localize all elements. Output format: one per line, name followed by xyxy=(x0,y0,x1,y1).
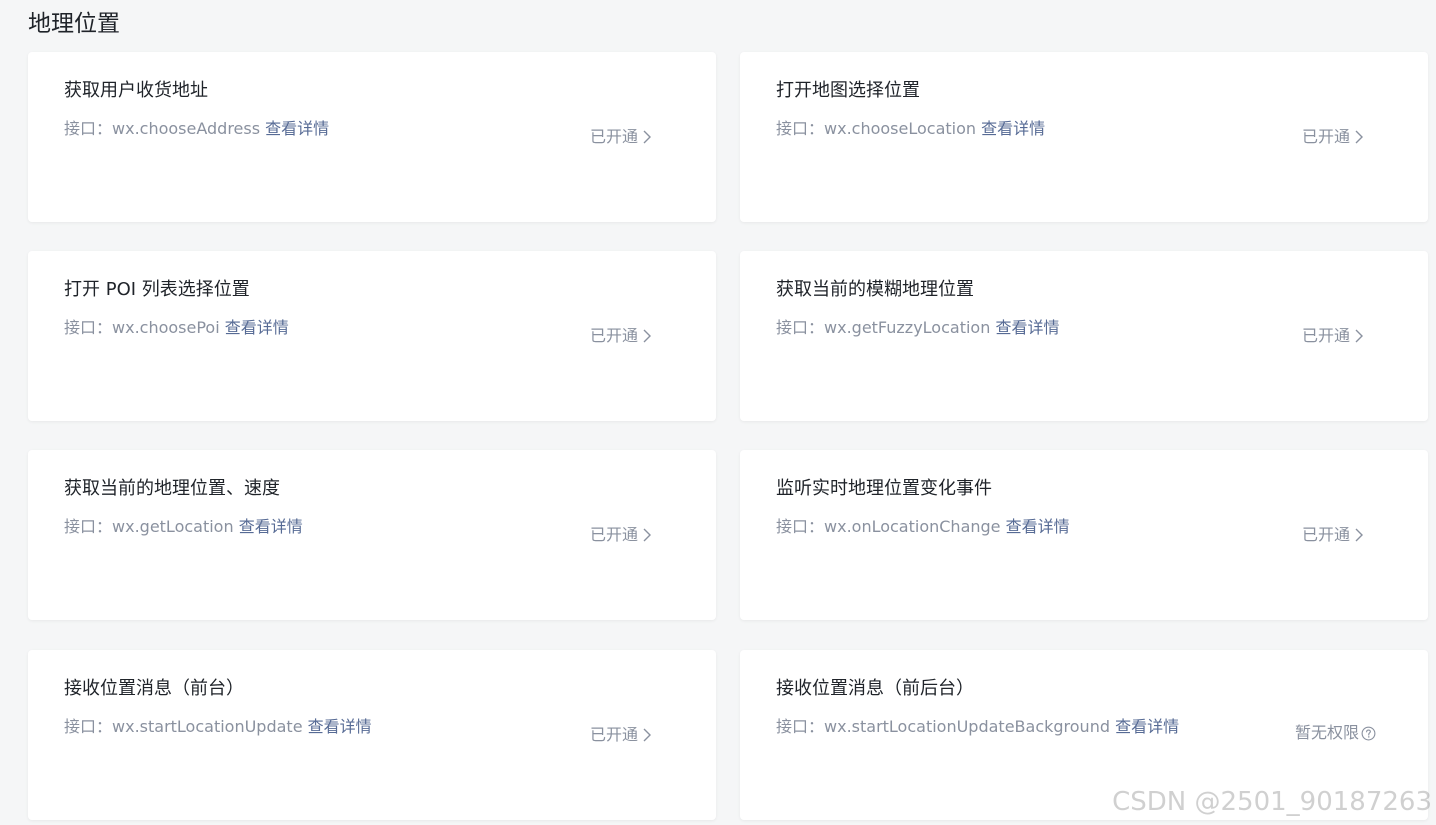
api-prefix: 接口： xyxy=(776,119,825,138)
status-enabled[interactable]: 已开通 xyxy=(1302,126,1364,148)
api-name: wx.onLocationChange xyxy=(824,517,1001,536)
watermark: CSDN @2501_90187263 xyxy=(1112,787,1432,817)
status-label: 已开通 xyxy=(1301,127,1350,146)
card-api: 接口：wx.startLocationUpdateBackground 查看详情 xyxy=(776,715,1179,739)
chevron-right-icon xyxy=(643,329,651,343)
page: 地理位置 获取用户收货地址 接口：wx.chooseAddress 查看详情 已… xyxy=(0,0,1436,825)
view-details-link[interactable]: 查看详情 xyxy=(981,119,1045,138)
chevron-right-icon xyxy=(643,728,651,742)
card-api: 接口：wx.onLocationChange 查看详情 xyxy=(776,515,1070,539)
card-on-location-change[interactable]: 监听实时地理位置变化事件 接口：wx.onLocationChange 查看详情… xyxy=(740,450,1428,620)
api-name: wx.startLocationUpdate xyxy=(112,717,303,736)
card-title: 监听实时地理位置变化事件 xyxy=(776,478,992,499)
question-circle-icon[interactable] xyxy=(1361,726,1376,741)
status-enabled[interactable]: 已开通 xyxy=(1302,524,1364,546)
view-details-link[interactable]: 查看详情 xyxy=(308,717,372,736)
section-title: 地理位置 xyxy=(28,11,120,37)
card-choose-poi[interactable]: 打开 POI 列表选择位置 接口：wx.choosePoi 查看详情 已开通 xyxy=(28,251,716,421)
api-prefix: 接口： xyxy=(64,717,113,736)
card-api: 接口：wx.startLocationUpdate 查看详情 xyxy=(64,715,372,739)
view-details-link[interactable]: 查看详情 xyxy=(1006,517,1070,536)
card-start-location-update[interactable]: 接收位置消息（前台） 接口：wx.startLocationUpdate 查看详… xyxy=(28,650,716,820)
card-title: 打开 POI 列表选择位置 xyxy=(64,279,250,300)
card-choose-location[interactable]: 打开地图选择位置 接口：wx.chooseLocation 查看详情 已开通 xyxy=(740,52,1428,222)
status-label: 暂无权限 xyxy=(1294,723,1359,742)
view-details-link[interactable]: 查看详情 xyxy=(1115,717,1179,736)
card-choose-address[interactable]: 获取用户收货地址 接口：wx.chooseAddress 查看详情 已开通 xyxy=(28,52,716,222)
status-label: 已开通 xyxy=(1301,525,1350,544)
card-api: 接口：wx.chooseLocation 查看详情 xyxy=(776,117,1045,141)
status-no-permission[interactable]: 暂无权限 xyxy=(1295,722,1376,744)
status-enabled[interactable]: 已开通 xyxy=(1302,325,1364,347)
card-title: 获取用户收货地址 xyxy=(64,80,208,101)
view-details-link[interactable]: 查看详情 xyxy=(239,517,303,536)
api-name: wx.getFuzzyLocation xyxy=(824,318,991,337)
status-label: 已开通 xyxy=(589,127,638,146)
chevron-right-icon xyxy=(643,528,651,542)
card-api: 接口：wx.choosePoi 查看详情 xyxy=(64,316,289,340)
chevron-right-icon xyxy=(643,130,651,144)
view-details-link[interactable]: 查看详情 xyxy=(265,119,329,138)
api-name: wx.getLocation xyxy=(112,517,234,536)
card-get-location[interactable]: 获取当前的地理位置、速度 接口：wx.getLocation 查看详情 已开通 xyxy=(28,450,716,620)
view-details-link[interactable]: 查看详情 xyxy=(225,318,289,337)
card-title: 接收位置消息（前后台） xyxy=(776,678,974,699)
status-label: 已开通 xyxy=(589,725,638,744)
status-enabled[interactable]: 已开通 xyxy=(590,724,652,746)
api-name: wx.chooseAddress xyxy=(112,119,261,138)
chevron-right-icon xyxy=(1355,528,1363,542)
api-prefix: 接口： xyxy=(64,318,113,337)
card-api: 接口：wx.getLocation 查看详情 xyxy=(64,515,303,539)
status-enabled[interactable]: 已开通 xyxy=(590,126,652,148)
api-prefix: 接口： xyxy=(64,119,113,138)
view-details-link[interactable]: 查看详情 xyxy=(995,318,1059,337)
status-label: 已开通 xyxy=(589,525,638,544)
api-prefix: 接口： xyxy=(776,717,825,736)
api-name: wx.chooseLocation xyxy=(824,119,977,138)
api-name: wx.startLocationUpdateBackground xyxy=(824,717,1110,736)
status-label: 已开通 xyxy=(589,326,638,345)
status-enabled[interactable]: 已开通 xyxy=(590,524,652,546)
status-enabled[interactable]: 已开通 xyxy=(590,325,652,347)
card-title: 获取当前的模糊地理位置 xyxy=(776,279,974,300)
api-name: wx.choosePoi xyxy=(112,318,220,337)
api-prefix: 接口： xyxy=(776,318,825,337)
card-title: 打开地图选择位置 xyxy=(776,80,920,101)
chevron-right-icon xyxy=(1355,329,1363,343)
status-label: 已开通 xyxy=(1301,326,1350,345)
api-prefix: 接口： xyxy=(64,517,113,536)
card-get-fuzzy-location[interactable]: 获取当前的模糊地理位置 接口：wx.getFuzzyLocation 查看详情 … xyxy=(740,251,1428,421)
card-title: 获取当前的地理位置、速度 xyxy=(64,478,280,499)
api-prefix: 接口： xyxy=(776,517,825,536)
card-api: 接口：wx.chooseAddress 查看详情 xyxy=(64,117,329,141)
card-api: 接口：wx.getFuzzyLocation 查看详情 xyxy=(776,316,1059,340)
card-title: 接收位置消息（前台） xyxy=(64,678,244,699)
chevron-right-icon xyxy=(1355,130,1363,144)
